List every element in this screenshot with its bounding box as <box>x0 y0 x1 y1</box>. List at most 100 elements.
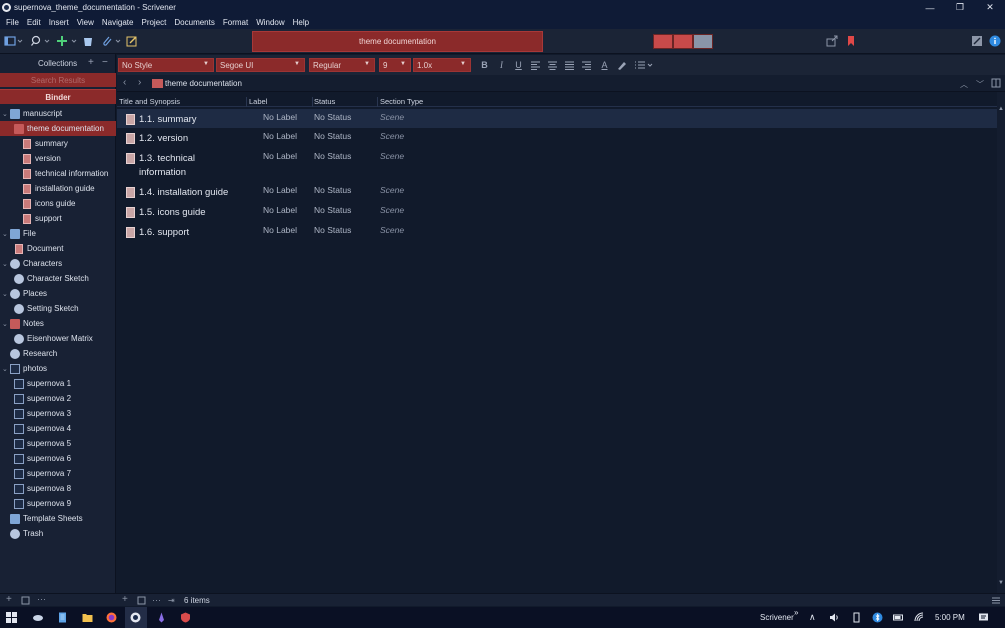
remove-collection-icon[interactable]: − <box>102 57 108 68</box>
add-document-icon[interactable]: + <box>122 594 128 605</box>
binder-item[interactable]: ⌄ Places <box>0 286 116 301</box>
binder-item[interactable]: ⌄ photos <box>0 361 116 376</box>
corkboard-view-button[interactable] <box>673 34 693 49</box>
notepad-icon[interactable] <box>57 612 68 623</box>
scroll-up-icon[interactable]: ▲ <box>998 106 1004 112</box>
binder-item[interactable]: Setting Sketch <box>0 301 116 316</box>
compose-icon[interactable] <box>126 35 138 47</box>
binder-item[interactable]: support <box>0 211 116 226</box>
binder-item[interactable]: supernova 4 <box>0 421 116 436</box>
expand-chevron-icon[interactable]: ⌄ <box>2 110 8 118</box>
collections-label[interactable]: Collections <box>38 59 77 68</box>
minimize-button[interactable]: — <box>915 0 945 15</box>
binder-item[interactable]: Template Sheets <box>0 511 116 526</box>
menu-edit[interactable]: Edit <box>23 18 45 27</box>
binder-item[interactable]: supernova 9 <box>0 496 116 511</box>
add-folder-icon[interactable] <box>137 596 146 605</box>
binder-item[interactable]: Eisenhower Matrix <box>0 331 116 346</box>
font-select[interactable]: Segoe UI ▼ <box>216 58 305 72</box>
back-arrow-icon[interactable]: ‹ <box>123 77 126 88</box>
binder-item[interactable]: Document <box>0 241 116 256</box>
bookmark-icon[interactable] <box>845 35 857 47</box>
menu-file[interactable]: File <box>2 18 23 27</box>
binder-item[interactable]: ⌄ Notes <box>0 316 116 331</box>
volume-icon[interactable] <box>829 612 840 623</box>
security-app-icon[interactable] <box>180 612 191 623</box>
align-center-icon[interactable] <box>546 58 559 72</box>
menu-project[interactable]: Project <box>137 18 170 27</box>
align-right-icon[interactable] <box>580 58 593 72</box>
binder-item[interactable]: supernova 1 <box>0 376 116 391</box>
menu-navigate[interactable]: Navigate <box>98 18 138 27</box>
add-menu-chevron-icon[interactable] <box>71 35 77 47</box>
show-hidden-icons-icon[interactable]: ∧ <box>809 612 816 623</box>
outliner-row[interactable]: 1.1. summary No Label No Status Scene <box>117 109 997 128</box>
add-collection-icon[interactable]: + <box>88 57 94 68</box>
binder-item[interactable]: supernova 5 <box>0 436 116 451</box>
expand-chevron-icon[interactable]: ⌄ <box>2 260 8 268</box>
column-label[interactable]: Label <box>248 97 313 107</box>
search-icon[interactable] <box>30 35 42 47</box>
search-results-tab[interactable]: Search Results <box>0 73 116 87</box>
text-color-icon[interactable]: A <box>598 58 611 72</box>
search-menu-chevron-icon[interactable] <box>44 35 50 47</box>
binder-item[interactable]: ⌄ File <box>0 226 116 241</box>
align-left-icon[interactable] <box>529 58 542 72</box>
binder-item[interactable]: theme documentation <box>0 121 116 136</box>
taskbar-app-label[interactable]: Scrivener <box>760 613 794 622</box>
add-binder-item-icon[interactable]: + <box>6 594 12 605</box>
binder-item[interactable]: installation guide <box>0 181 116 196</box>
scrivener-taskbar-icon[interactable] <box>130 612 141 623</box>
more-options-icon[interactable]: ··· <box>37 594 46 604</box>
bluetooth-icon[interactable] <box>872 612 883 623</box>
split-editor-icon[interactable] <box>991 78 1001 88</box>
more-options-icon[interactable]: ··· <box>152 595 161 605</box>
expand-chevron-icon[interactable]: ⌄ <box>2 290 8 298</box>
outliner-row[interactable]: 1.5. icons guide No Label No Status Scene <box>117 204 997 224</box>
forward-arrow-icon[interactable]: › <box>138 77 141 88</box>
underline-icon[interactable]: U <box>512 58 525 72</box>
weather-icon[interactable] <box>32 612 43 623</box>
binder-item[interactable]: ⌄ manuscript <box>0 106 116 121</box>
stylus-app-icon[interactable] <box>156 612 167 623</box>
expand-chevron-icon[interactable]: ⌄ <box>2 230 8 238</box>
battery-icon[interactable] <box>893 612 904 623</box>
breadcrumb[interactable]: theme documentation <box>165 79 242 88</box>
outliner-row[interactable]: 1.3. technical information No Label No Sta… <box>117 150 997 184</box>
attachment-menu-chevron-icon[interactable] <box>115 35 121 47</box>
list-icon[interactable] <box>633 58 655 72</box>
taskbar-overflow-chevron[interactable]: » <box>794 608 798 617</box>
expand-chevron-icon[interactable]: ⌄ <box>2 365 8 373</box>
bold-icon[interactable]: B <box>478 58 491 72</box>
menu-help[interactable]: Help <box>289 18 313 27</box>
binder-item[interactable]: ⌄ Characters <box>0 256 116 271</box>
wifi-icon[interactable] <box>914 612 925 623</box>
style-select[interactable]: No Style ▼ <box>118 58 214 72</box>
menu-format[interactable]: Format <box>219 18 252 27</box>
firefox-icon[interactable] <box>106 612 117 623</box>
menu-window[interactable]: Window <box>252 18 288 27</box>
binder-item[interactable]: supernova 8 <box>0 481 116 496</box>
chevron-up-icon[interactable]: ︿ <box>960 79 968 90</box>
weight-select[interactable]: Regular ▼ <box>309 58 375 72</box>
outliner-row[interactable]: 1.2. version No Label No Status Scene <box>117 130 997 150</box>
column-section-type[interactable]: Section Type <box>379 97 459 107</box>
windows-start-icon[interactable] <box>6 612 17 623</box>
attachment-icon[interactable] <box>101 35 113 47</box>
binder-item[interactable]: supernova 2 <box>0 391 116 406</box>
binder-item[interactable]: supernova 6 <box>0 451 116 466</box>
outliner-view-button[interactable] <box>693 34 713 49</box>
add-folder-icon[interactable] <box>21 596 30 605</box>
italic-icon[interactable]: I <box>495 58 508 72</box>
binder-menu-chevron-icon[interactable] <box>17 35 23 47</box>
binder-item[interactable]: technical information <box>0 166 116 181</box>
binder-item[interactable]: icons guide <box>0 196 116 211</box>
share-icon[interactable] <box>826 35 838 47</box>
usb-drive-icon[interactable] <box>851 612 862 623</box>
inspector-edit-icon[interactable] <box>971 35 983 47</box>
binder-item[interactable]: summary <box>0 136 116 151</box>
view-options-icon[interactable] <box>991 596 1001 605</box>
info-icon[interactable] <box>989 35 1001 47</box>
menu-view[interactable]: View <box>73 18 98 27</box>
notification-center-icon[interactable] <box>978 612 989 623</box>
